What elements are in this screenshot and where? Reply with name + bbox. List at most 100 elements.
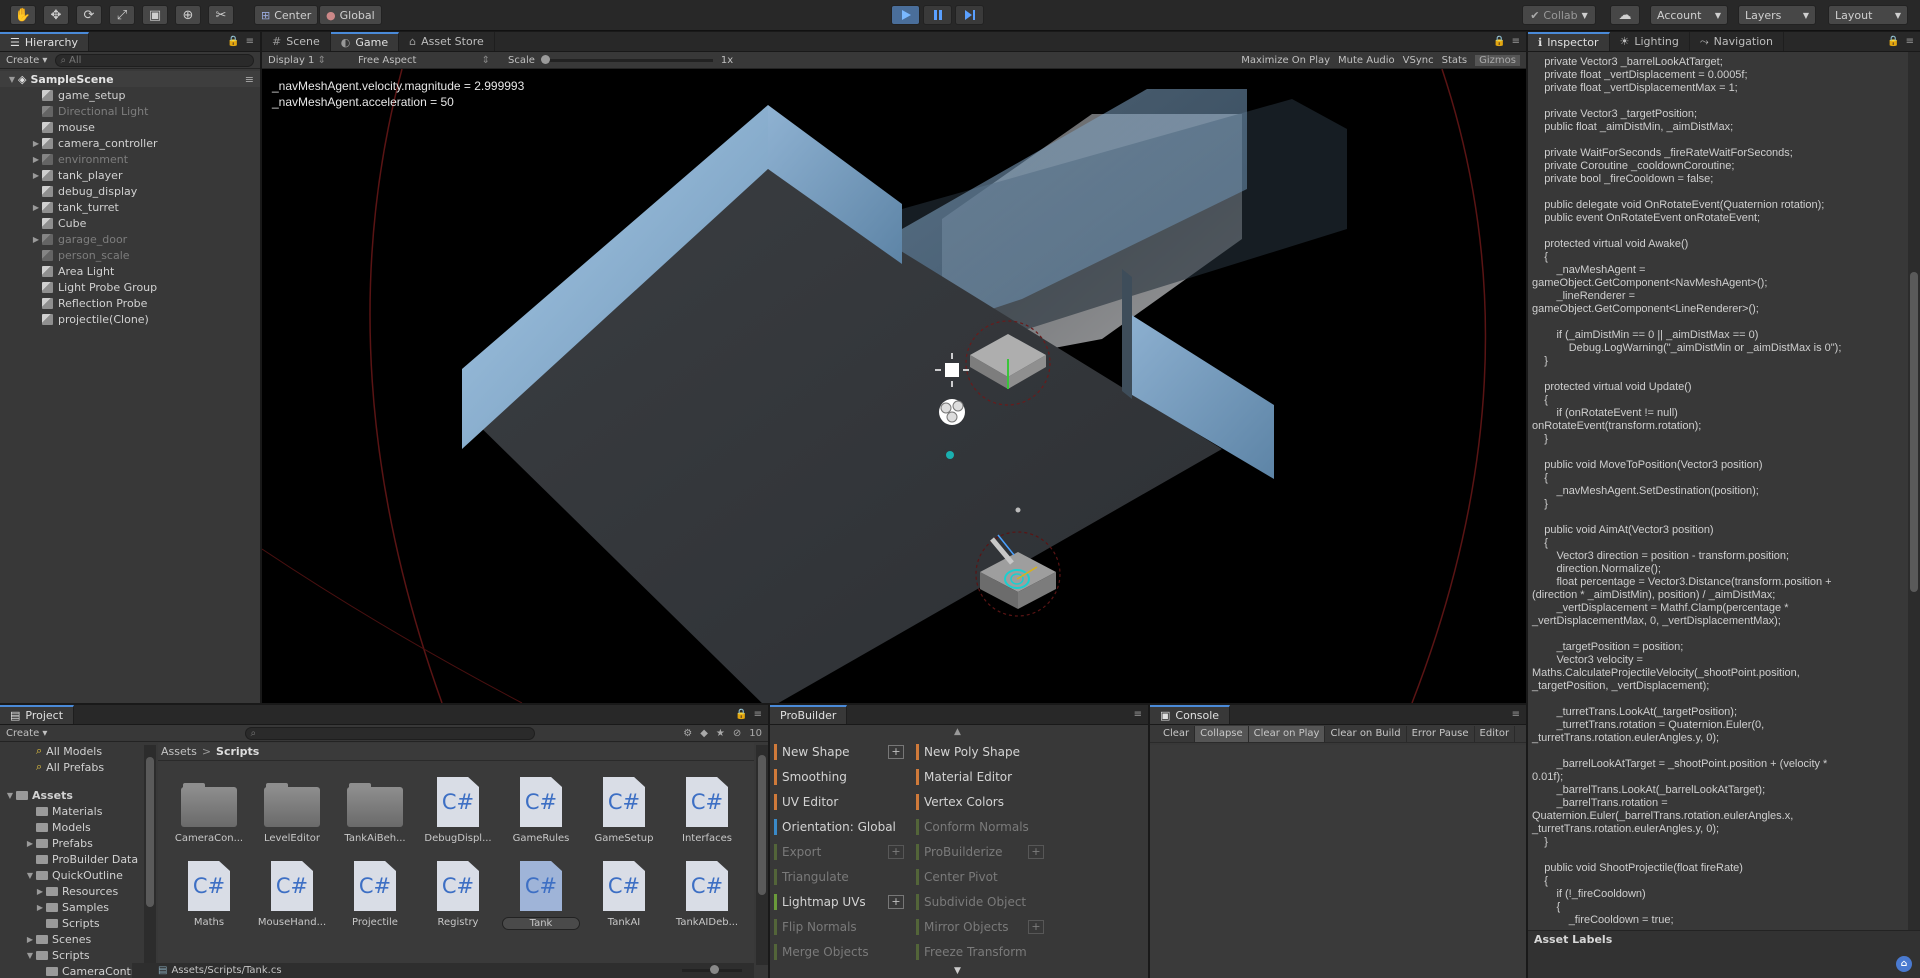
- asset-item[interactable]: C# Registry: [419, 861, 497, 928]
- hierarchy-item[interactable]: ▶ tank_turret: [0, 199, 260, 215]
- asset-item[interactable]: C# Interfaces: [668, 777, 746, 844]
- probuilder-action[interactable]: Merge Objects: [774, 943, 869, 961]
- probuilder-action[interactable]: Export: [774, 843, 821, 861]
- display-dropdown[interactable]: Display 1 ⇕: [268, 55, 348, 66]
- tab-game[interactable]: ◐ Game: [330, 32, 400, 51]
- lock-icon[interactable]: 🔒: [1887, 36, 1899, 47]
- tree-scrollbar[interactable]: [144, 745, 156, 977]
- breadcrumb-item[interactable]: Scripts: [216, 745, 259, 758]
- asset-item[interactable]: CameraCon...: [170, 777, 248, 844]
- project-tree-item[interactable]: ▶ Scenes: [0, 931, 146, 947]
- create-dropdown[interactable]: Create ▾: [6, 728, 47, 739]
- asset-item[interactable]: C# Projectile: [336, 861, 414, 928]
- asset-item[interactable]: C# GameSetup: [585, 777, 663, 844]
- rotate-tool-icon[interactable]: ⟳: [76, 5, 102, 25]
- tab-console[interactable]: ▣ Console: [1150, 705, 1231, 724]
- hierarchy-item[interactable]: game_setup: [0, 87, 260, 103]
- panel-menu-icon[interactable]: ≡: [1906, 36, 1914, 47]
- hierarchy-item[interactable]: Area Light: [0, 263, 260, 279]
- expand-arrow-icon[interactable]: ▼: [24, 871, 36, 880]
- rect-tool-icon[interactable]: ▣: [142, 5, 168, 25]
- hierarchy-item[interactable]: Cube: [0, 215, 260, 231]
- project-tree-item[interactable]: ▼ QuickOutline: [0, 867, 146, 883]
- game-option-vsync[interactable]: VSync: [1403, 55, 1434, 66]
- icon-size-slider[interactable]: [682, 965, 742, 974]
- probuilder-action[interactable]: Triangulate: [774, 868, 849, 886]
- tab-asset-store[interactable]: ⌂ Asset Store: [399, 32, 495, 51]
- hierarchy-item[interactable]: ▶ tank_player: [0, 167, 260, 183]
- probuilder-action[interactable]: Freeze Transform: [916, 943, 1027, 961]
- hierarchy-item[interactable]: ▶ environment: [0, 151, 260, 167]
- scale-slider-thumb[interactable]: [540, 54, 550, 64]
- expand-arrow-icon[interactable]: ▼: [4, 791, 16, 800]
- lock-icon[interactable]: 🔒: [735, 709, 747, 720]
- tab-probuilder[interactable]: ProBuilder: [770, 705, 848, 724]
- collab-dropdown[interactable]: ✔ Collab ▼: [1522, 5, 1596, 25]
- tab-navigation[interactable]: ⤳ Navigation: [1690, 32, 1784, 51]
- step-button[interactable]: [955, 5, 984, 25]
- transform-tool-icon[interactable]: ⊕: [175, 5, 201, 25]
- expand-arrow-icon[interactable]: ▶: [30, 171, 42, 180]
- pause-button[interactable]: [923, 5, 952, 25]
- hierarchy-item[interactable]: Directional Light: [0, 103, 260, 119]
- probuilder-action[interactable]: UV Editor: [774, 793, 838, 811]
- project-tree-item[interactable]: ProBuilder Data: [0, 851, 146, 867]
- hierarchy-item[interactable]: Reflection Probe: [0, 295, 260, 311]
- expand-arrow-icon[interactable]: ▶: [24, 839, 36, 848]
- asset-scrollbar-thumb[interactable]: [758, 755, 766, 895]
- inspector-scrollbar-thumb[interactable]: [1910, 272, 1918, 592]
- hierarchy-item[interactable]: mouse: [0, 119, 260, 135]
- icon-size-thumb[interactable]: [710, 965, 719, 974]
- scroll-up-arrow-icon[interactable]: ▲: [954, 727, 961, 737]
- inspector-scrollbar[interactable]: [1908, 52, 1920, 930]
- project-tree-item[interactable]: CameraContr: [0, 963, 146, 978]
- asset-item[interactable]: C# DebugDispl...: [419, 777, 497, 844]
- favorite-star-icon[interactable]: ★: [716, 728, 725, 739]
- aspect-dropdown[interactable]: Free Aspect ⇕: [348, 55, 508, 66]
- custom-tool-icon[interactable]: ✂: [208, 5, 234, 25]
- layout-dropdown[interactable]: Layout ▼: [1828, 5, 1908, 25]
- cloud-button[interactable]: ☁: [1610, 5, 1640, 25]
- hierarchy-item[interactable]: person_scale: [0, 247, 260, 263]
- panel-menu-icon[interactable]: ≡: [754, 709, 762, 720]
- expand-arrow-icon[interactable]: ▶: [30, 155, 42, 164]
- panel-menu-icon[interactable]: ≡: [1512, 36, 1520, 47]
- probuilder-action[interactable]: Subdivide Object: [916, 893, 1026, 911]
- move-tool-icon[interactable]: ✥: [43, 5, 69, 25]
- lock-icon[interactable]: 🔒: [227, 36, 239, 47]
- hierarchy-item[interactable]: Light Probe Group: [0, 279, 260, 295]
- asset-item[interactable]: C# TankAI: [585, 861, 663, 928]
- expand-arrow-icon[interactable]: ▶: [24, 935, 36, 944]
- probuilder-action[interactable]: New Poly Shape: [916, 743, 1020, 761]
- pivot-space-button[interactable]: ● Global: [319, 5, 382, 25]
- options-plus-icon[interactable]: +: [888, 745, 904, 759]
- tab-hierarchy[interactable]: ☰ Hierarchy: [0, 32, 90, 51]
- expand-arrow-icon[interactable]: ▶: [34, 887, 46, 896]
- probuilder-action[interactable]: Mirror Objects: [916, 918, 1009, 936]
- probuilder-action[interactable]: Material Editor: [916, 768, 1012, 786]
- console-clear-button[interactable]: Clear: [1158, 725, 1196, 742]
- probuilder-action[interactable]: Flip Normals: [774, 918, 857, 936]
- console-clear-on-play-button[interactable]: Clear on Play: [1248, 725, 1326, 742]
- scale-slider[interactable]: [540, 54, 713, 64]
- game-option-maximize-on-play[interactable]: Maximize On Play: [1241, 55, 1330, 66]
- asset-item[interactable]: C# GameRules: [502, 777, 580, 844]
- filter-type-icon[interactable]: ⚙: [683, 728, 692, 739]
- asset-item[interactable]: C# Tank: [502, 861, 580, 930]
- play-button[interactable]: [891, 5, 920, 25]
- hierarchy-item[interactable]: projectile(Clone): [0, 311, 260, 327]
- project-search-input[interactable]: ⌕: [245, 726, 536, 740]
- layers-dropdown[interactable]: Layers ▼: [1738, 5, 1816, 25]
- probuilder-action[interactable]: New Shape: [774, 743, 850, 761]
- panel-menu-icon[interactable]: ≡: [1134, 709, 1142, 720]
- project-tree-item[interactable]: ▶ Resources: [0, 883, 146, 899]
- scale-tool-icon[interactable]: ⤢: [109, 5, 135, 25]
- expand-arrow-icon[interactable]: ▶: [30, 203, 42, 212]
- create-dropdown[interactable]: Create ▾: [6, 55, 47, 66]
- options-plus-icon[interactable]: +: [888, 845, 904, 859]
- asset-item[interactable]: TankAiBeh...: [336, 777, 414, 844]
- game-option-mute-audio[interactable]: Mute Audio: [1338, 55, 1395, 66]
- console-clear-on-build-button[interactable]: Clear on Build: [1325, 725, 1407, 742]
- scroll-down-arrow-icon[interactable]: ▼: [954, 966, 961, 976]
- options-plus-icon[interactable]: +: [1028, 845, 1044, 859]
